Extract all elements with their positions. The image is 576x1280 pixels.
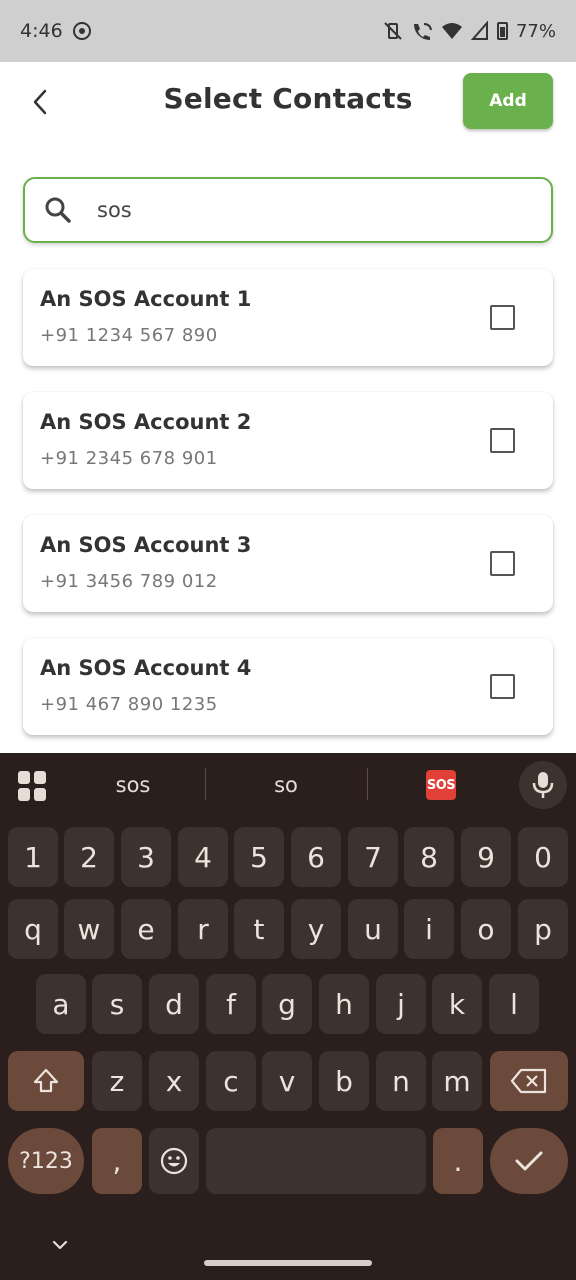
key-a[interactable]: a (36, 974, 86, 1034)
contact-phone: +91 1234 567 890 (40, 325, 218, 346)
key-q[interactable]: q (8, 899, 58, 959)
key-o[interactable]: o (461, 899, 511, 959)
key-9[interactable]: 9 (461, 827, 511, 887)
contact-checkbox[interactable] (490, 674, 515, 699)
key-y[interactable]: y (291, 899, 341, 959)
status-bar: 4:46 77% (0, 0, 576, 62)
space-key[interactable] (206, 1128, 426, 1194)
emoji-key[interactable] (149, 1128, 199, 1194)
key-2[interactable]: 2 (64, 827, 114, 887)
key-b[interactable]: b (319, 1051, 369, 1111)
key-0[interactable]: 0 (518, 827, 568, 887)
wifi-icon (441, 23, 462, 39)
contact-card[interactable]: An SOS Account 4 +91 467 890 1235 (23, 638, 553, 735)
key-x[interactable]: x (149, 1051, 199, 1111)
emoji-icon (160, 1147, 188, 1175)
app-header: Select Contacts Add (0, 62, 576, 142)
contact-name: An SOS Account 4 (40, 656, 252, 680)
key-v[interactable]: v (262, 1051, 312, 1111)
contact-card[interactable]: An SOS Account 2 +91 2345 678 901 (23, 392, 553, 489)
signal-icon (470, 21, 488, 40)
location-icon (72, 22, 91, 40)
key-s[interactable]: s (92, 974, 142, 1034)
wifi-calling-icon (413, 23, 432, 40)
hide-keyboard-button[interactable] (50, 1235, 70, 1255)
suggestion-item[interactable]: sos (83, 773, 183, 797)
contact-checkbox[interactable] (490, 305, 515, 330)
apps-grid-icon[interactable] (18, 771, 48, 801)
key-e[interactable]: e (121, 899, 171, 959)
suggestion-divider (367, 768, 368, 800)
key-m[interactable]: m (432, 1051, 482, 1111)
shift-key[interactable] (8, 1051, 84, 1111)
contact-card[interactable]: An SOS Account 3 +91 3456 789 012 (23, 515, 553, 612)
key-n[interactable]: n (376, 1051, 426, 1111)
add-button[interactable]: Add (463, 73, 553, 129)
vibrate-off-icon (384, 22, 402, 40)
period-key[interactable]: . (433, 1128, 483, 1194)
key-7[interactable]: 7 (348, 827, 398, 887)
status-time: 4:46 (20, 20, 63, 42)
key-4[interactable]: 4 (178, 827, 228, 887)
key-u[interactable]: u (348, 899, 398, 959)
keyboard-nav-bar (0, 1215, 576, 1280)
key-8[interactable]: 8 (404, 827, 454, 887)
contact-name: An SOS Account 2 (40, 410, 252, 434)
checkmark-icon (515, 1151, 543, 1171)
key-g[interactable]: g (262, 974, 312, 1034)
home-indicator[interactable] (204, 1260, 372, 1266)
battery-icon (496, 22, 508, 40)
key-1[interactable]: 1 (8, 827, 58, 887)
key-d[interactable]: d (149, 974, 199, 1034)
search-icon (43, 195, 73, 225)
key-w[interactable]: w (64, 899, 114, 959)
status-icons: 77% (383, 21, 556, 42)
shift-icon (33, 1068, 59, 1093)
battery-percentage: 77% (515, 20, 556, 42)
key-r[interactable]: r (178, 899, 228, 959)
chevron-down-icon (52, 1240, 68, 1250)
comma-key[interactable]: , (92, 1128, 142, 1194)
key-3[interactable]: 3 (121, 827, 171, 887)
key-z[interactable]: z (92, 1051, 142, 1111)
key-h[interactable]: h (319, 974, 369, 1034)
backspace-icon (510, 1068, 547, 1094)
microphone-button[interactable] (519, 761, 567, 809)
key-l[interactable]: l (489, 974, 539, 1034)
symbols-key[interactable]: ?123 (8, 1128, 84, 1194)
soft-keyboard: sos so SOS 1 2 3 4 5 6 7 8 9 0 q w e r t… (0, 753, 576, 1280)
search-input[interactable] (97, 198, 497, 222)
suggestion-item[interactable]: so (236, 773, 336, 797)
contact-name: An SOS Account 1 (40, 287, 252, 311)
key-6[interactable]: 6 (291, 827, 341, 887)
contact-checkbox[interactable] (490, 551, 515, 576)
contact-card[interactable]: An SOS Account 1 +91 1234 567 890 (23, 269, 553, 366)
key-i[interactable]: i (404, 899, 454, 959)
suggestion-bar: sos so SOS (0, 753, 576, 819)
search-field[interactable] (23, 177, 553, 243)
contact-phone: +91 2345 678 901 (40, 448, 218, 469)
key-f[interactable]: f (206, 974, 256, 1034)
sos-emoji-suggestion[interactable]: SOS (426, 770, 456, 800)
key-t[interactable]: t (234, 899, 284, 959)
suggestion-divider (205, 768, 206, 800)
microphone-icon (532, 772, 554, 798)
backspace-key[interactable] (490, 1051, 568, 1111)
contact-phone: +91 467 890 1235 (40, 694, 218, 715)
contact-phone: +91 3456 789 012 (40, 571, 218, 592)
contact-checkbox[interactable] (490, 428, 515, 453)
key-k[interactable]: k (432, 974, 482, 1034)
key-5[interactable]: 5 (234, 827, 284, 887)
key-c[interactable]: c (206, 1051, 256, 1111)
enter-key[interactable] (490, 1128, 568, 1194)
key-j[interactable]: j (376, 974, 426, 1034)
key-p[interactable]: p (518, 899, 568, 959)
contact-list: An SOS Account 1 +91 1234 567 890 An SOS… (23, 269, 553, 761)
contact-name: An SOS Account 3 (40, 533, 252, 557)
